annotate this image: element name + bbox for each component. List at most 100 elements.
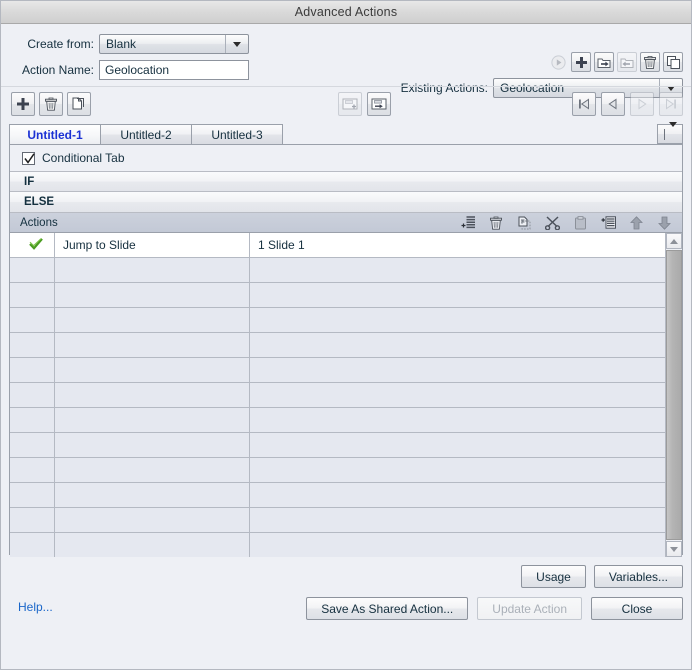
- move-down-button[interactable]: [656, 215, 672, 231]
- table-row[interactable]: [10, 307, 669, 333]
- row-action-cell[interactable]: [54, 282, 250, 308]
- add-tab-button[interactable]: [11, 92, 35, 116]
- row-action-cell[interactable]: [54, 457, 250, 483]
- action-name-row: Action Name: Geolocation: [1, 60, 301, 80]
- copy-action-button[interactable]: [516, 215, 532, 231]
- usage-button[interactable]: Usage: [521, 565, 586, 588]
- row-action-cell[interactable]: [54, 357, 250, 383]
- row-enabled-checkbox[interactable]: [10, 357, 55, 383]
- row-parameter-cell[interactable]: [249, 257, 669, 283]
- row-enabled-checkbox[interactable]: [10, 407, 55, 433]
- table-row[interactable]: [10, 407, 669, 433]
- table-row[interactable]: [10, 432, 669, 458]
- table-row[interactable]: [10, 332, 669, 358]
- delete-action-row-button[interactable]: [488, 215, 504, 231]
- paste-action-button[interactable]: [572, 215, 588, 231]
- insert-action-button[interactable]: [600, 215, 616, 231]
- row-parameter-cell[interactable]: [249, 282, 669, 308]
- duplicate-tab-button[interactable]: [67, 92, 91, 116]
- cut-action-button[interactable]: [544, 215, 560, 231]
- action-name-input[interactable]: Geolocation: [99, 60, 249, 80]
- create-from-row: Create from: Blank: [1, 34, 301, 54]
- row-parameter-cell[interactable]: [249, 482, 669, 508]
- row-parameter-cell[interactable]: [249, 507, 669, 533]
- tab-overflow-dropdown[interactable]: [657, 122, 683, 144]
- divider: [663, 128, 665, 140]
- else-label: ELSE: [24, 196, 55, 208]
- create-from-dropdown[interactable]: Blank: [99, 34, 249, 54]
- row-parameter-cell[interactable]: [249, 332, 669, 358]
- new-action-button[interactable]: [571, 52, 591, 72]
- delete-tab-button[interactable]: [39, 92, 63, 116]
- export-action-button[interactable]: [594, 52, 614, 72]
- table-row[interactable]: [10, 532, 669, 557]
- scroll-up-button[interactable]: [666, 233, 682, 249]
- import-action-button[interactable]: [617, 52, 637, 72]
- table-row[interactable]: [10, 282, 669, 308]
- row-enabled-checkbox[interactable]: [10, 457, 55, 483]
- table-row[interactable]: [10, 357, 669, 383]
- row-enabled-checkbox[interactable]: [10, 307, 55, 333]
- save-as-shared-action-button[interactable]: Save As Shared Action...: [306, 597, 469, 620]
- row-enabled-checkbox[interactable]: [10, 507, 55, 533]
- row-action-cell[interactable]: [54, 307, 250, 333]
- row-action-cell[interactable]: [54, 257, 250, 283]
- row-enabled-checkbox[interactable]: [10, 432, 55, 458]
- row-action-cell[interactable]: Jump to Slide: [54, 233, 250, 258]
- row-parameter-cell[interactable]: [249, 432, 669, 458]
- tab-untitled-1[interactable]: Untitled-1: [9, 124, 101, 144]
- row-parameter-cell[interactable]: 1 Slide 1: [249, 233, 669, 258]
- row-action-cell[interactable]: [54, 407, 250, 433]
- row-parameter-cell[interactable]: [249, 532, 669, 557]
- add-action-button[interactable]: [460, 215, 476, 231]
- previous-tab-button[interactable]: [601, 92, 625, 116]
- row-action-cell[interactable]: [54, 507, 250, 533]
- row-enabled-checkbox[interactable]: [10, 482, 55, 508]
- next-tab-button[interactable]: [630, 92, 654, 116]
- table-row[interactable]: [10, 482, 669, 508]
- move-up-button[interactable]: [628, 215, 644, 231]
- row-enabled-checkbox[interactable]: [10, 382, 55, 408]
- table-row[interactable]: [10, 382, 669, 408]
- insert-decision-before-button[interactable]: [338, 92, 362, 116]
- first-tab-button[interactable]: [572, 92, 596, 116]
- row-enabled-checkbox[interactable]: [10, 532, 55, 557]
- scrollbar-thumb[interactable]: [666, 250, 682, 540]
- table-row[interactable]: [10, 257, 669, 283]
- insert-row-icon: [601, 216, 616, 229]
- if-band[interactable]: IF: [10, 171, 682, 192]
- help-link[interactable]: Help...: [18, 600, 53, 614]
- table-row[interactable]: Jump to Slide 1 Slide 1: [10, 233, 669, 258]
- update-action-button[interactable]: Update Action: [477, 597, 582, 620]
- table-row[interactable]: [10, 457, 669, 483]
- row-parameter-cell[interactable]: [249, 307, 669, 333]
- row-parameter-cell[interactable]: [249, 382, 669, 408]
- row-enabled-checkbox[interactable]: [10, 282, 55, 308]
- variables-button[interactable]: Variables...: [593, 565, 683, 588]
- row-action-cell[interactable]: [54, 382, 250, 408]
- row-parameter-cell[interactable]: [249, 407, 669, 433]
- add-row-icon: [461, 216, 475, 229]
- row-parameter-cell[interactable]: [249, 357, 669, 383]
- else-band[interactable]: ELSE: [10, 192, 682, 213]
- delete-action-button[interactable]: [640, 52, 660, 72]
- row-action-cell[interactable]: [54, 532, 250, 557]
- copy-row-icon: [518, 216, 530, 229]
- row-action-cell[interactable]: [54, 332, 250, 358]
- last-tab-button[interactable]: [659, 92, 683, 116]
- row-parameter-cell[interactable]: [249, 457, 669, 483]
- row-enabled-checkbox[interactable]: [10, 257, 55, 283]
- row-enabled-checkbox[interactable]: [10, 233, 55, 258]
- row-action-cell[interactable]: [54, 482, 250, 508]
- duplicate-action-button[interactable]: [663, 52, 683, 72]
- tab-untitled-3[interactable]: Untitled-3: [191, 124, 283, 144]
- preview-action-button[interactable]: [548, 52, 568, 72]
- conditional-tab-checkbox[interactable]: [22, 151, 35, 165]
- row-action-cell[interactable]: [54, 432, 250, 458]
- row-enabled-checkbox[interactable]: [10, 332, 55, 358]
- actions-table-scrollbar[interactable]: [665, 233, 682, 557]
- close-button[interactable]: Close: [591, 597, 683, 620]
- tab-untitled-2[interactable]: Untitled-2: [100, 124, 192, 144]
- table-row[interactable]: [10, 507, 669, 533]
- insert-decision-after-button[interactable]: [367, 92, 391, 116]
